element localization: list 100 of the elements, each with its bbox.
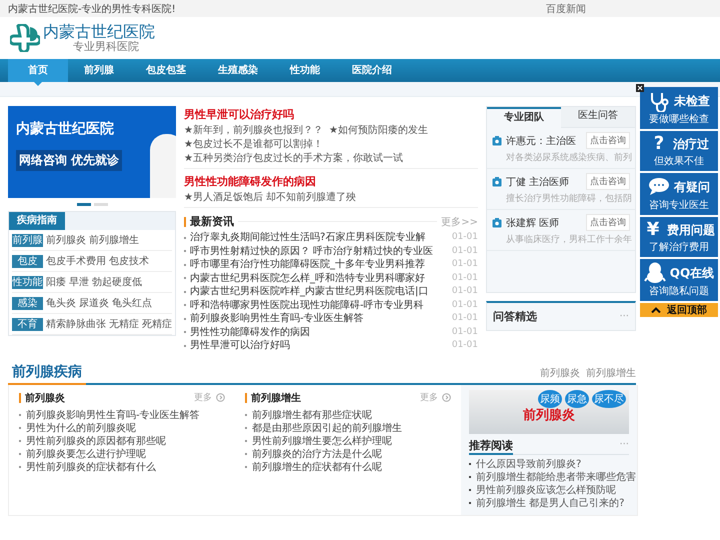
doctor-name: 张建辉 医师	[506, 216, 560, 230]
tab[interactable]: 医生问答	[561, 107, 635, 128]
topic-link[interactable]: 阳痿	[46, 275, 66, 289]
topic-link[interactable]: 死精症	[142, 317, 172, 331]
side-item-subtitle: 但效果不佳	[654, 155, 704, 168]
headline-link[interactable]: 男性早泄可以治疗好吗	[184, 107, 294, 122]
glyph-icon: ¥	[643, 220, 663, 240]
news-date: 01-01	[452, 285, 478, 298]
back-to-top-button[interactable]: 返回顶部	[640, 303, 718, 317]
article-link[interactable]: 男性前列腺增生要怎么样护理呢	[252, 434, 392, 448]
news-link[interactable]: 呼市哪里有治疗性功能障碍医院_十多年专业男科推荐	[190, 258, 448, 272]
section-title: 推荐阅读	[469, 438, 513, 454]
balloon-label: 尿不尽	[592, 390, 626, 408]
topic-link[interactable]: 前列腺炎	[46, 233, 86, 247]
side-menu-item[interactable]: 未检查 要做哪些检查	[640, 87, 718, 129]
doctor-name: 丁健 主治医师	[506, 176, 570, 188]
article-link[interactable]: 都是由那些原因引起的前列腺增生	[252, 422, 402, 434]
topic-link[interactable]: 包皮技术	[109, 254, 149, 268]
column-title: 前列腺增生	[251, 392, 302, 404]
news-date: 01-01	[452, 298, 478, 312]
balloon-label: 尿急	[565, 390, 589, 408]
banner-title: 内蒙古世纪医院	[16, 120, 114, 138]
doctor-bio: 对各类泌尿系统感染疾病、前列	[506, 152, 630, 164]
promo-caption: 前列腺炎	[523, 408, 575, 422]
news-link[interactable]: 内蒙古世纪男科医院怎么样_呼和浩特专业男科哪家好	[190, 272, 448, 285]
category-tag[interactable]: 前列腺	[12, 234, 43, 246]
category-tag[interactable]: 性功能	[12, 276, 43, 288]
news-link[interactable]: 治疗睾丸炎期间能过性生活吗?石家庄男科医院专业解	[190, 231, 448, 244]
news-link[interactable]: 前列腺炎影响男性生育吗-专业医生解答	[190, 312, 448, 326]
side-menu-item[interactable]: 有疑问 咨询专业医生	[640, 173, 718, 215]
site-tagline: 内蒙古世纪医院-专业的男性专科医院!	[8, 2, 176, 16]
news-date: 01-01	[452, 258, 478, 271]
article-link[interactable]: 前列腺炎影响男性生育吗-专业医生解答	[26, 408, 200, 422]
topic-link[interactable]: 早泄	[69, 275, 89, 289]
nav-item[interactable]: 包皮包茎	[130, 59, 202, 82]
news-date: 01-01	[452, 339, 478, 352]
article-link[interactable]: 前列腺增生的症状都有什么呢	[252, 460, 382, 474]
topic-link[interactable]: 前列腺增生	[89, 233, 139, 247]
article-link[interactable]: 前列腺增生都有那些症状呢	[252, 408, 372, 422]
side-menu-item[interactable]: QQ在线 咨询隐私问题	[640, 259, 718, 301]
news-date: 01-01	[452, 312, 478, 325]
consult-button[interactable]: 点击咨询	[586, 214, 630, 231]
side-item-title: 未检查	[674, 92, 710, 110]
balloon-label: 尿频	[538, 390, 562, 408]
topic-link[interactable]: 精索静脉曲张	[46, 317, 106, 331]
side-menu-item[interactable]: ? 治疗过 但效果不佳	[640, 131, 718, 171]
article-link[interactable]: 男性为什么的前列腺炎呢	[26, 422, 136, 434]
hospital-logo-icon	[10, 24, 40, 52]
consult-button[interactable]: 点击咨询	[586, 173, 630, 190]
side-item-title: 费用问题	[667, 222, 715, 238]
news-link[interactable]: 呼和浩特哪家男性医院出现性功能障碍-呼市专业男科	[190, 298, 448, 312]
topic-link[interactable]: 龟头红点	[112, 296, 152, 310]
topic-link[interactable]: 勃起硬度低	[92, 275, 142, 289]
category-tag[interactable]: 包皮	[12, 254, 43, 268]
article-link[interactable]: 前列腺增生 都是男人自己引来的?	[476, 496, 624, 510]
article-link[interactable]: ★男人酒足饭饱后 却不知前列腺遭了殃	[184, 191, 356, 205]
category-tag[interactable]: 感染	[12, 296, 43, 310]
article-link[interactable]: 男性前列腺炎的症状都有什么	[26, 460, 156, 474]
promo-graphic[interactable]: 尿频 尿急 尿不尽 前列腺炎	[469, 390, 629, 434]
article-link[interactable]: ★如何预防阳痿的发生	[328, 124, 428, 138]
news-link[interactable]: 男性性功能障碍发作的病因	[190, 326, 448, 339]
headline-link[interactable]: 男性性功能障碍发作的病因	[184, 174, 316, 189]
doctor-name: 许惠元：主治医	[506, 134, 577, 148]
panel-title: 疾病指南	[9, 212, 65, 230]
article-link[interactable]: 男性前列腺炎应该怎么样预防呢	[476, 484, 616, 496]
topic-link[interactable]: 尿道炎	[79, 296, 109, 310]
topic-link[interactable]: 无精症	[109, 317, 139, 331]
topic-link[interactable]: 前列腺增生	[586, 366, 636, 380]
news-link[interactable]: 百度新闻	[546, 2, 586, 16]
article-link[interactable]: 什么原因导致前列腺炎?	[476, 458, 582, 470]
column-title: 前列腺炎	[25, 392, 66, 404]
side-item-title: QQ在线	[670, 264, 714, 282]
stethoscope-icon	[648, 90, 670, 112]
article-link[interactable]: ★新年到，前列腺炎也报到？？	[184, 124, 323, 138]
nav-item[interactable]: 生殖感染	[202, 59, 274, 82]
side-menu-item[interactable]: ¥ 费用问题 了解治疗费用	[640, 217, 718, 257]
news-link[interactable]: 男性早泄可以治疗好吗	[190, 339, 448, 352]
article-link[interactable]: ★五种另类治疗包皮过长的手术方案，你敢试一试	[184, 152, 403, 166]
topic-link[interactable]: 包皮手术费用	[46, 254, 106, 268]
news-date: 01-01	[452, 244, 478, 258]
glyph-icon: ?	[649, 134, 669, 154]
news-date: 01-01	[452, 326, 478, 338]
topic-link[interactable]: 前列腺炎	[540, 366, 580, 380]
news-link[interactable]: 内蒙古世纪男科医院咋样_内蒙古世纪男科医院电话|口	[190, 285, 448, 298]
panel-title: 问答精选	[493, 309, 537, 324]
article-link[interactable]: 男性前列腺炎的原因都有那些呢	[26, 434, 166, 448]
nav-item[interactable]: 性功能	[274, 59, 336, 82]
category-tag[interactable]: 不育	[12, 318, 43, 330]
consult-button[interactable]: 点击咨询	[586, 132, 630, 149]
hospital-subtitle: 专业男科医院	[73, 41, 139, 53]
banner-slogan: 网络咨询 优先就诊	[16, 150, 122, 171]
nav-item[interactable]: 医院介绍	[336, 59, 408, 82]
topic-link[interactable]: 龟头炎	[46, 296, 76, 310]
banner[interactable]: 内蒙古世纪医院 网络咨询 优先就诊	[8, 106, 176, 198]
article-link[interactable]: 前列腺炎的治疗方法是什么呢	[252, 448, 382, 460]
article-link[interactable]: 前列腺炎要怎么进行护理呢	[26, 448, 146, 460]
nav-item[interactable]: 前列腺	[68, 59, 130, 82]
news-link[interactable]: 呼市男性射精过快的原因？ 呼市治疗射精过快的专业医	[190, 244, 448, 258]
article-link[interactable]: 前列腺增生都能给患者带来哪些危害	[476, 470, 636, 484]
article-link[interactable]: ★包皮过长不是谁都可以割掉！	[184, 138, 323, 152]
